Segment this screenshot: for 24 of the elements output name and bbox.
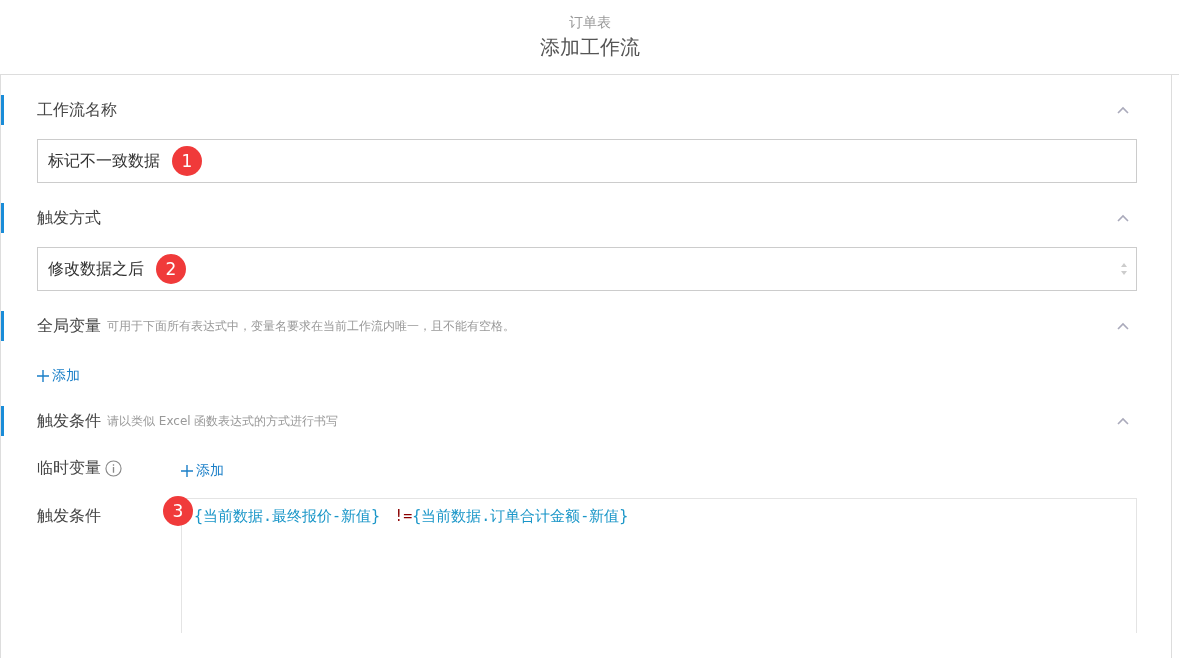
section-title: 触发方式 [37,207,101,229]
formula-editor[interactable]: {当前数据.最终报价-新值} !={当前数据.订单合计金额-新值} [181,498,1137,633]
temp-variable-label: 临时变量 [37,458,101,479]
field-token: {当前数据.最终报价-新值} [194,507,381,525]
page-title: 添加工作流 [539,33,640,61]
section-hint: 请以类似 Excel 函数表达式的方式进行书写 [107,412,339,430]
trigger-select[interactable]: 修改数据之后 2 [37,247,1137,291]
field-token: {当前数据.订单合计金额-新值} [412,507,629,525]
section-hint: 可用于下面所有表达式中，变量名要求在当前工作流内唯一，且不能有空格。 [107,317,515,335]
add-link[interactable]: 添加 [181,462,224,480]
page-subtitle: 订单表 [568,13,611,32]
section-title: 工作流名称 [37,99,117,121]
name-input[interactable]: 标记不一致数据 1 [37,139,1137,183]
step-badge: 3 [163,496,193,526]
step-badge: 2 [156,254,186,284]
section-title: 触发条件 [37,410,101,432]
operator-token: != [394,507,413,525]
plus-icon [37,370,49,382]
step-badge: 1 [172,146,202,176]
plus-icon [181,465,193,477]
info-icon [105,460,122,477]
section-title: 全局变量 [37,315,101,337]
condition-label: 触发条件 [37,506,101,527]
add-link[interactable]: 添加 [37,367,80,385]
